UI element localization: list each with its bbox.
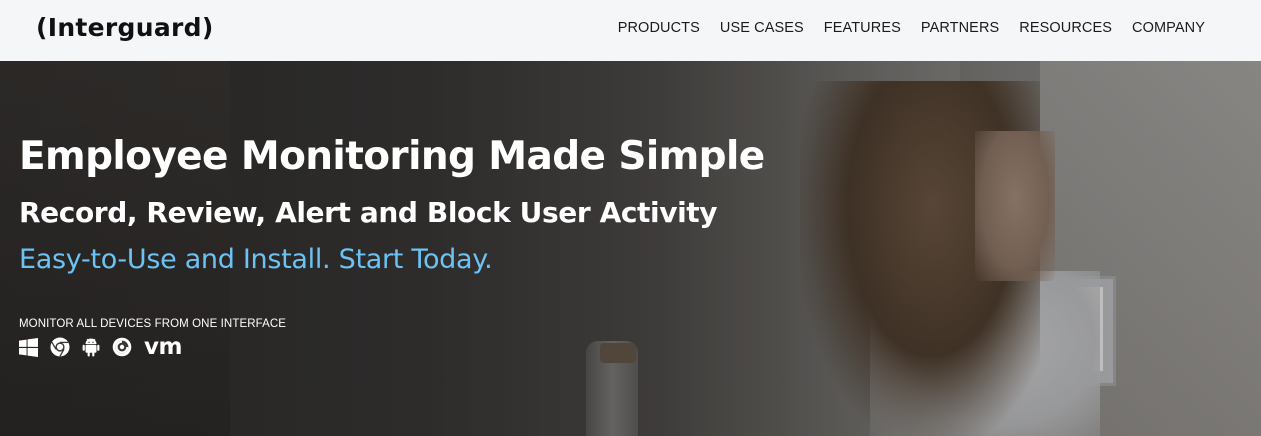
android-icon <box>82 337 100 357</box>
nav-company[interactable]: COMPANY <box>1132 20 1205 36</box>
macos-icon <box>112 337 132 357</box>
nav-products[interactable]: PRODUCTS <box>618 20 700 36</box>
nav-partners[interactable]: PARTNERS <box>921 20 999 36</box>
nav-resources[interactable]: RESOURCES <box>1019 20 1112 36</box>
vmware-icon: vm <box>144 334 182 360</box>
hero-banner: Employee Monitoring Made Simple Record, … <box>0 61 1261 436</box>
device-icons: vm <box>19 334 182 360</box>
devices-label: MONITOR ALL DEVICES FROM ONE INTERFACE <box>19 318 287 330</box>
hero-tagline: Easy-to-Use and Install. Start Today. <box>19 244 493 275</box>
windows-icon <box>19 337 38 357</box>
chrome-icon <box>50 337 70 357</box>
hero-headline: Employee Monitoring Made Simple <box>19 134 765 179</box>
nav-use-cases[interactable]: USE CASES <box>720 20 804 36</box>
site-header: (Interguard) PRODUCTS USE CASES FEATURES… <box>0 0 1261 61</box>
interguard-logo[interactable]: (Interguard) <box>36 13 214 42</box>
nav-features[interactable]: FEATURES <box>824 20 901 36</box>
hero-subheadline: Record, Review, Alert and Block User Act… <box>19 196 718 229</box>
main-nav: PRODUCTS USE CASES FEATURES PARTNERS RES… <box>618 20 1205 36</box>
